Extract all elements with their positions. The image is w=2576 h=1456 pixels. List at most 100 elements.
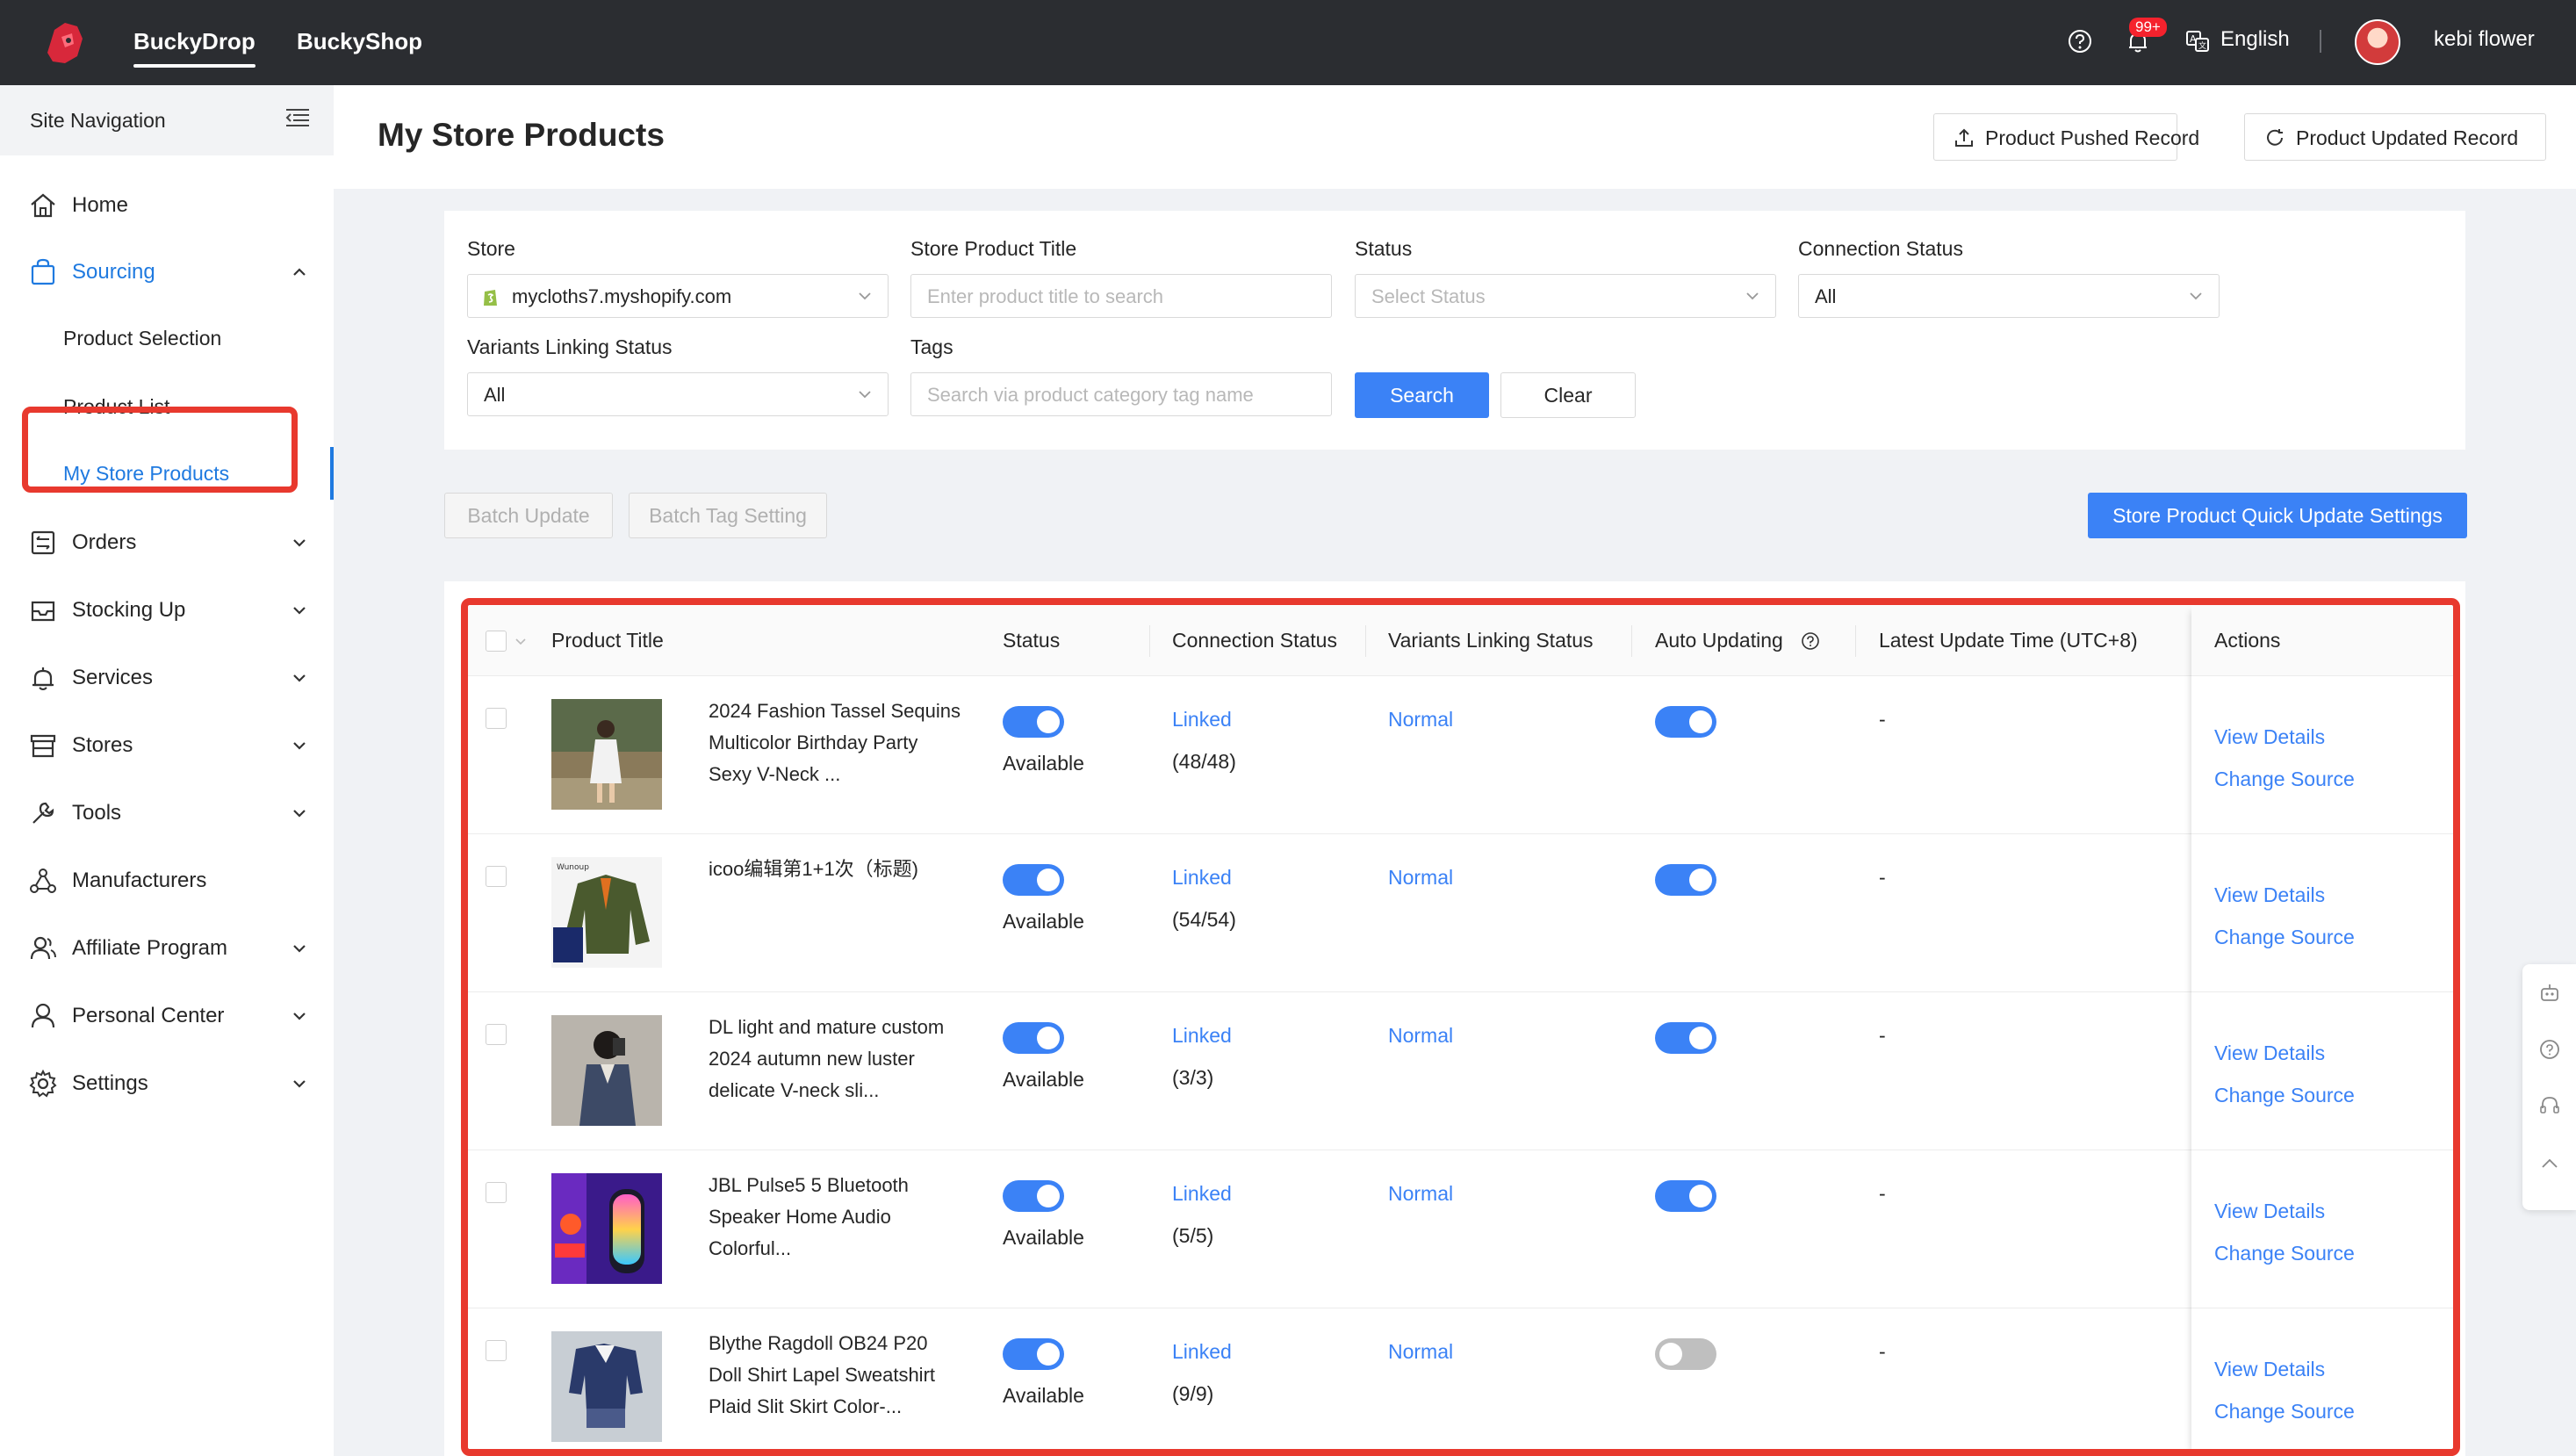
sidebar-item-label: Settings [72, 1071, 148, 1095]
chevron-down-icon [859, 391, 871, 399]
chevron-down-icon [293, 607, 306, 615]
sidebar-title: Site Navigation [30, 109, 166, 132]
orders-icon [31, 530, 55, 555]
product-updated-record-button[interactable]: Product Updated Record [2244, 113, 2546, 161]
sidebar-item-services[interactable]: Services [0, 644, 334, 710]
chevron-down-icon [293, 810, 306, 818]
sidebar-item-manufacturers[interactable]: Manufacturers [0, 847, 334, 913]
tags-label: Tags [910, 335, 953, 358]
divider [2320, 30, 2321, 53]
sidebar-item-label: Sourcing [72, 260, 155, 284]
connection-status-value: All [1815, 285, 1837, 307]
collapse-menu-icon[interactable] [283, 103, 313, 133]
gear-icon [29, 1069, 57, 1098]
sidebar-item-label: Stores [72, 733, 133, 757]
network-icon [30, 869, 56, 893]
avatar[interactable] [2355, 19, 2400, 65]
headset-icon[interactable] [2538, 1094, 2561, 1117]
tags-input[interactable]: Search via product category tag name [910, 372, 1332, 416]
sidebar-item-affiliate-program[interactable]: Affiliate Program [0, 914, 334, 981]
help-icon[interactable] [2065, 26, 2095, 56]
product-title-input[interactable]: Enter product title to search [910, 274, 1332, 318]
status-label: Status [1355, 237, 1413, 260]
button-label: Product Updated Record [2296, 126, 2519, 149]
users-icon [30, 936, 56, 960]
chevron-down-icon [293, 539, 306, 547]
home-icon [31, 193, 55, 218]
sidebar-item-label: Personal Center [72, 1004, 225, 1027]
chevron-up-icon [293, 268, 306, 276]
sidebar-item-orders[interactable]: Orders [0, 508, 334, 575]
sidebar-item-home[interactable]: Home [0, 171, 334, 238]
sidebar-item-stocking-up[interactable]: Stocking Up [0, 576, 334, 643]
search-button[interactable]: Search [1355, 372, 1489, 418]
variants-linking-value: All [484, 384, 506, 406]
chevron-down-icon [1746, 292, 1759, 300]
help-icon[interactable] [2538, 1038, 2561, 1061]
chevron-down-icon [293, 1013, 306, 1020]
chevron-down-icon [293, 1080, 306, 1088]
product-pushed-record-button[interactable]: Product Pushed Record [1933, 113, 2199, 161]
sidebar-item-settings[interactable]: Settings [0, 1049, 334, 1116]
sidebar-item-sourcing[interactable]: Sourcing [0, 238, 334, 305]
store-value: mycloths7.myshopify.com [512, 285, 732, 307]
back-to-top-icon[interactable] [2538, 1152, 2561, 1175]
sidebar-item-label: Services [72, 666, 154, 689]
placeholder: Search via product category tag name [927, 384, 1254, 406]
inbox-icon [31, 601, 55, 622]
sidebar-item-personal-center[interactable]: Personal Center [0, 982, 334, 1049]
store-select[interactable]: mycloths7.myshopify.com [467, 274, 889, 318]
annotation-highlight-box [461, 598, 2460, 1456]
user-icon [31, 1003, 55, 1028]
store-icon [30, 734, 56, 758]
chevron-down-icon [293, 674, 306, 682]
shopping-bag-icon [31, 258, 55, 285]
language-selector[interactable]: English [2220, 27, 2290, 52]
bell-service-icon [32, 667, 54, 690]
robot-icon[interactable] [2538, 982, 2561, 1005]
upload-icon [1955, 128, 1973, 147]
chevron-down-icon [2190, 292, 2202, 300]
sidebar-item-label: Orders [72, 530, 137, 554]
notification-badge: 99+ [2129, 18, 2167, 37]
shopify-icon [484, 290, 497, 306]
sidebar-item-label: Product Selection [63, 327, 222, 350]
placeholder: Enter product title to search [927, 285, 1164, 307]
clear-button[interactable]: Clear [1500, 372, 1636, 418]
sidebar-item-product-selection[interactable]: Product Selection [0, 305, 334, 371]
sidebar-header: Site Navigation [0, 85, 334, 155]
sidebar-item-stores[interactable]: Stores [0, 711, 334, 778]
status-select[interactable]: Select Status [1355, 274, 1776, 318]
chevron-down-icon [293, 945, 306, 953]
title-label: Store Product Title [910, 237, 1077, 260]
placeholder: Select Status [1371, 285, 1486, 307]
translate-icon[interactable]: A 文 [2183, 26, 2213, 56]
variants-linking-label: Variants Linking Status [467, 335, 673, 358]
page-header: My Store Products Product Pushed Record … [334, 85, 2576, 189]
chevron-down-icon [293, 742, 306, 750]
sidebar: Site Navigation Home Sourcing Product Se… [0, 85, 334, 1456]
tab-buckyshop[interactable]: BuckyShop [297, 0, 422, 85]
top-bar: BuckyDrop BuckyShop 99+ A 文 English kebi… [0, 0, 2576, 85]
sidebar-item-label: Home [72, 193, 129, 217]
connection-status-label: Connection Status [1798, 237, 1963, 260]
batch-update-button[interactable]: Batch Update [444, 493, 613, 538]
variants-linking-select[interactable]: All [467, 372, 889, 416]
user-name[interactable]: kebi flower [2434, 27, 2535, 52]
sidebar-item-tools[interactable]: Tools [0, 779, 334, 846]
sidebar-item-label: Affiliate Program [72, 936, 227, 960]
chevron-down-icon [859, 292, 871, 300]
sidebar-item-label: Stocking Up [72, 598, 186, 622]
connection-status-select[interactable]: All [1798, 274, 2220, 318]
tab-buckydrop[interactable]: BuckyDrop [133, 0, 255, 85]
sidebar-item-label: Manufacturers [72, 869, 207, 892]
store-label: Store [467, 237, 515, 260]
page-title: My Store Products [378, 117, 665, 153]
batch-tag-setting-button[interactable]: Batch Tag Setting [629, 493, 827, 538]
button-label: Product Pushed Record [1985, 126, 2200, 149]
annotation-highlight-box [22, 407, 298, 493]
quick-update-settings-button[interactable]: Store Product Quick Update Settings [2088, 493, 2467, 538]
floating-toolbar [2522, 964, 2576, 1210]
buckydrop-logo[interactable] [39, 18, 90, 68]
wrench-icon [32, 802, 54, 824]
